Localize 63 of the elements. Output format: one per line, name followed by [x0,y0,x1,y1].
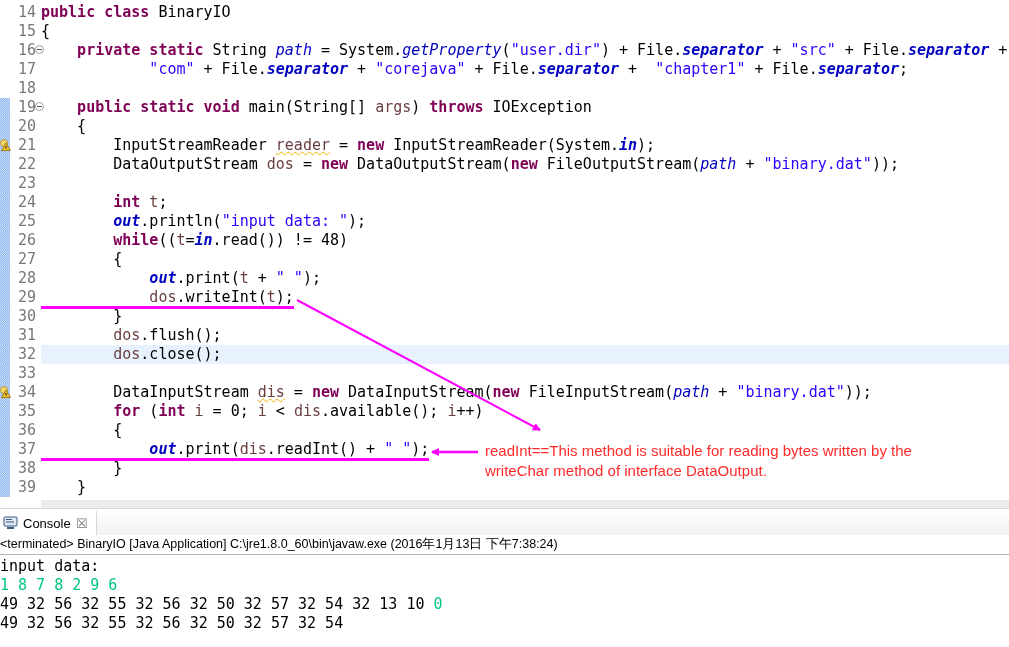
collapse-icon[interactable] [35,45,44,54]
code-line: out.print(t + " "); [148,269,321,287]
line-number: 14 [16,3,36,22]
warning-icon[interactable] [0,386,11,398]
code-line: for (int i = 0; i < dis.available(); i++) [112,402,484,420]
annotation-note: readInt==This method is suitable for reading bytes written by the writeChar method of interface DataOutput. [485,441,913,481]
line-number: 37 [16,440,36,459]
line-number: 28 [16,269,36,288]
close-icon[interactable]: ☒ [75,515,88,531]
console-output-line: input data: [0,557,101,576]
line-number: 31 [16,326,36,345]
line-number: 39 [16,478,36,497]
line-number: 34 [16,383,36,402]
code-line: DataOutputStream dos = new DataOutputStream(new FileOutputStream(path + "binary.dat")); [112,155,899,173]
line-number: 30 [16,307,36,326]
line-number: 24 [16,193,36,212]
line-number: 25 [16,212,36,231]
line-number: 19 [16,98,36,117]
line-number: 38 [16,459,36,478]
code-line: } [112,307,123,325]
code-line: } [112,459,123,477]
code-line: { [76,117,87,135]
console-output-line: 1 8 7 8 2 9 6 [0,576,119,595]
code-line: dos.flush(); [112,326,222,344]
code-line: { [112,421,123,439]
console-output-line: 49 32 56 32 55 32 56 32 50 32 57 32 54 [0,614,345,633]
warning-icon[interactable] [0,139,11,151]
line-number: 15 [16,22,36,41]
line-number: 32 [16,345,36,364]
code-line: private static String path = System.getProperty("user.dir") + File.separator + "src" + File.separator + [76,41,1008,59]
code-line: out.println("input data: "); [112,212,367,230]
code-line: dos.writeInt(t); [41,288,294,309]
code-line: { [112,250,123,268]
code-line: int t; [112,193,168,211]
line-number: 26 [16,231,36,250]
code-line: { [41,22,51,40]
line-number: 21 [16,136,36,155]
line-number: 22 [16,155,36,174]
code-line: while((t=in.read()) != 48) [112,231,349,249]
console-output-line: 49 32 56 32 55 32 56 32 50 32 57 32 54 32 13 10 0 [0,595,444,614]
arrow [431,448,478,456]
line-number: 18 [16,79,36,98]
line-number: 27 [16,250,36,269]
console-icon [3,516,18,530]
code-line: } [76,478,87,496]
line-number: 29 [16,288,36,307]
code-line: "com" + File.separator + "corejava" + File.separator + "chapter1" + File.separator; [148,60,908,78]
code-line: InputStreamReader reader = new InputStreamReader(System.in); [112,136,656,154]
code-line: public class BinaryIO [41,3,231,21]
code-line: dos.close(); [112,345,222,363]
line-number: 36 [16,421,36,440]
line-number: 33 [16,364,36,383]
collapse-icon[interactable] [35,102,44,111]
console-status: <terminated> BinaryIO [Java Application] C:\jre1.8.0_60\bin\javaw.exe (2016年1月13日 下午7:38:24) [0,535,1009,555]
line-number: 20 [16,117,36,136]
line-number: 16 [16,41,36,60]
horizontal-scrollbar[interactable] [41,500,1009,508]
console-tab[interactable]: Console ☒ [0,511,97,535]
line-number: 23 [16,174,36,193]
code-line: public static void main(String[] args) throws IOException [76,98,592,116]
line-number: 35 [16,402,36,421]
code-line: out.print(dis.readInt() + " "); [41,440,430,461]
line-number: 17 [16,60,36,79]
